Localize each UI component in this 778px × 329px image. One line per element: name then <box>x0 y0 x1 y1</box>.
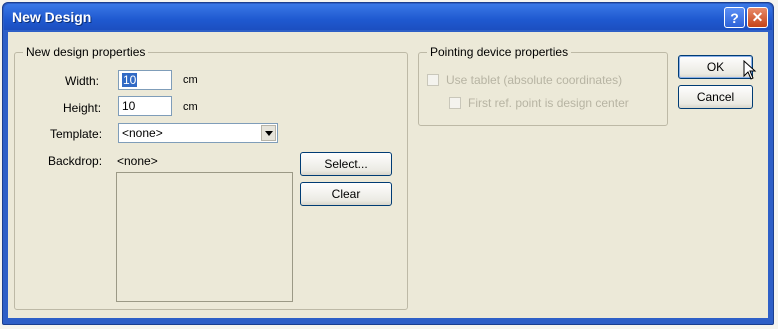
ok-button[interactable]: OK <box>678 55 753 79</box>
width-value: 10 <box>122 73 138 87</box>
width-input[interactable]: 10 <box>118 70 172 90</box>
use-tablet-label: Use tablet (absolute coordinates) <box>446 73 623 87</box>
template-label: Template: <box>50 127 103 141</box>
mouse-pointer-icon <box>743 60 757 80</box>
help-icon: ? <box>730 9 739 26</box>
height-unit: cm <box>183 101 198 113</box>
template-select[interactable]: <none> <box>118 123 278 143</box>
width-unit: cm <box>183 74 198 86</box>
first-ref-label: First ref. point is design center <box>468 96 629 110</box>
close-button[interactable]: ✕ <box>747 7 768 28</box>
window-title: New Design <box>12 9 92 25</box>
backdrop-label: Backdrop: <box>48 154 103 168</box>
select-button[interactable]: Select... <box>300 152 392 176</box>
use-tablet-checkbox[interactable] <box>427 74 439 86</box>
pointing-properties-group-title: Pointing device properties <box>427 45 572 59</box>
pointing-properties-group: Pointing device properties <box>418 45 668 126</box>
template-dropdown-button[interactable] <box>261 125 276 141</box>
first-ref-checkbox[interactable] <box>449 97 461 109</box>
width-label: Width: <box>65 74 100 88</box>
design-properties-group-title: New design properties <box>23 45 149 59</box>
clear-button[interactable]: Clear <box>300 182 392 206</box>
dialog-client-area: New design properties Width: 10 cm Heigh… <box>8 32 768 318</box>
template-value: <none> <box>122 126 163 140</box>
close-icon: ✕ <box>751 9 764 25</box>
height-value: 10 <box>122 99 136 113</box>
title-bar[interactable]: New Design ? ✕ <box>4 4 772 30</box>
chevron-down-icon <box>264 130 273 136</box>
height-label: Height: <box>63 101 102 115</box>
height-input[interactable]: 10 <box>118 96 172 116</box>
backdrop-value: <none> <box>117 154 158 168</box>
backdrop-preview <box>116 172 293 302</box>
cancel-button[interactable]: Cancel <box>678 85 753 109</box>
help-button[interactable]: ? <box>724 7 745 28</box>
